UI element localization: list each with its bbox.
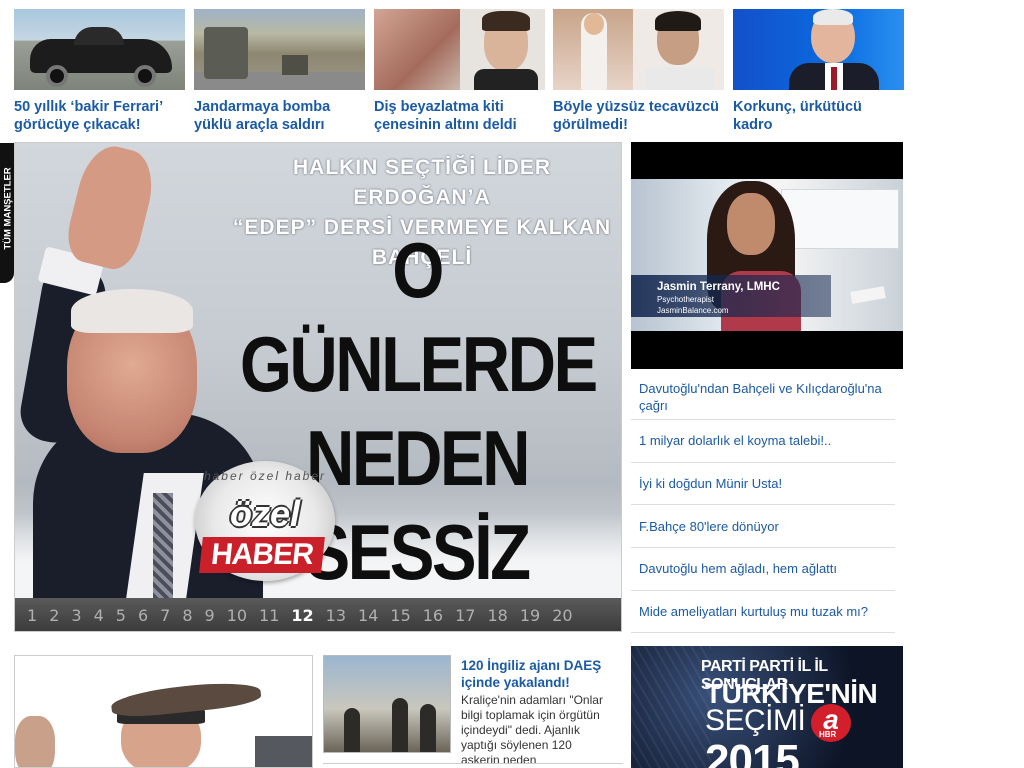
top-news-card-5[interactable]: Korkunç, ürkütücü kadro bbox=[733, 9, 904, 134]
logo-sub: HBR bbox=[819, 730, 837, 739]
video-caption-name: Jasmin Terrany, LMHC bbox=[657, 281, 780, 293]
pager-page-14[interactable]: 14 bbox=[358, 606, 378, 625]
side-headline-list: Davutoğlu'ndan Bahçeli ve Kılıçdaroğlu'n… bbox=[631, 372, 895, 634]
all-headlines-tab[interactable]: TÜM MANŞETLER bbox=[0, 143, 14, 283]
suspect-thumbnail[interactable] bbox=[553, 9, 724, 90]
ozel-haber-badge: haber özel haber özel HABER bbox=[195, 461, 335, 581]
pager-page-4[interactable]: 4 bbox=[94, 606, 104, 625]
mid-story-title[interactable]: 120 İngiliz ajanı DAEŞ içinde yakalandı! bbox=[461, 657, 621, 691]
promo-year: 2015 bbox=[705, 736, 800, 768]
slider-pager: 1 2 3 4 5 6 7 8 9 10 11 12 13 14 15 16 17 18 19 20 bbox=[15, 598, 621, 631]
main-headline-slider[interactable]: HALKIN SEÇTİĞİ LİDER ERDOĞAN’A “EDEP” DE… bbox=[14, 142, 622, 632]
pager-page-16[interactable]: 16 bbox=[423, 606, 443, 625]
side-headline-item[interactable]: Davutoğlu hem ağladı, hem ağlattı bbox=[631, 548, 895, 591]
pager-page-12[interactable]: 12 bbox=[291, 606, 313, 625]
pager-page-20[interactable]: 20 bbox=[552, 606, 572, 625]
ferrari-thumbnail[interactable] bbox=[14, 9, 185, 90]
side-headline-item[interactable]: Mide ameliyatları kurtuluş mu tuzak mı? bbox=[631, 591, 895, 634]
pager-page-1[interactable]: 1 bbox=[27, 606, 37, 625]
top-news-title[interactable]: 50 yıllık ‘bakir Ferrari’ görücüye çıkac… bbox=[14, 98, 185, 134]
mid-story-thumbnail[interactable] bbox=[323, 655, 451, 753]
armored-vehicle-thumbnail[interactable] bbox=[194, 9, 365, 90]
pager-page-19[interactable]: 19 bbox=[520, 606, 540, 625]
top-news-card-1[interactable]: 50 yıllık ‘bakir Ferrari’ görücüye çıkac… bbox=[14, 9, 185, 134]
side-headline-item[interactable]: 1 milyar dolarlık el koyma talebi!.. bbox=[631, 420, 895, 463]
top-news-title[interactable]: Korkunç, ürkütücü kadro bbox=[733, 98, 904, 134]
badge-haber-text: HABER bbox=[199, 537, 325, 573]
pager-page-7[interactable]: 7 bbox=[160, 606, 170, 625]
top-news-card-4[interactable]: Böyle yüzsüz tecavüzcü görülmedi! bbox=[553, 9, 724, 134]
video-player[interactable]: Jasmin Terrany, LMHC Psychotherapist Jas… bbox=[631, 142, 903, 369]
side-headline-item[interactable]: İyi ki doğdun Münir Usta! bbox=[631, 463, 895, 506]
pager-page-15[interactable]: 15 bbox=[390, 606, 410, 625]
pager-page-10[interactable]: 10 bbox=[227, 606, 247, 625]
top-news-card-3[interactable]: Diş beyazlatma kiti çenesinin altını del… bbox=[374, 9, 545, 134]
mid-story: 120 İngiliz ajanı DAEŞ içinde yakalandı!… bbox=[323, 655, 623, 768]
badge-arc-text: haber özel haber bbox=[203, 469, 327, 483]
commentator-thumbnail[interactable] bbox=[733, 9, 904, 90]
pager-page-6[interactable]: 6 bbox=[138, 606, 148, 625]
badge-ozel-text: özel bbox=[229, 493, 300, 534]
side-headline-item[interactable]: F.Bahçe 80'lere dönüyor bbox=[631, 505, 895, 549]
video-frame[interactable]: Jasmin Terrany, LMHC Psychotherapist Jas… bbox=[631, 179, 903, 331]
all-headlines-label: TÜM MANŞETLER bbox=[2, 167, 14, 250]
top-news-card-2[interactable]: Jandarmaya bomba yüklü araçla saldırı bbox=[194, 9, 365, 134]
promo-subtitle: SEÇİMİ bbox=[705, 704, 806, 737]
a-haber-logo: a HBR bbox=[811, 704, 851, 742]
pager-page-5[interactable]: 5 bbox=[116, 606, 126, 625]
video-caption-site: JasminBalance.com bbox=[657, 306, 729, 315]
bottom-story-image[interactable] bbox=[14, 655, 313, 768]
top-news-title[interactable]: Diş beyazlatma kiti çenesinin altını del… bbox=[374, 98, 545, 134]
pager-page-11[interactable]: 11 bbox=[259, 606, 279, 625]
mid-story-summary: Kraliçe'nin adamları "Onlar bilgi toplam… bbox=[461, 693, 603, 767]
election-promo-banner[interactable]: PARTİ PARTİ İL İL SONUÇLAR TÜRKİYE'NİN S… bbox=[631, 646, 903, 768]
pager-page-3[interactable]: 3 bbox=[71, 606, 81, 625]
top-news-strip: 50 yıllık ‘bakir Ferrari’ görücüye çıkac… bbox=[14, 9, 904, 139]
top-news-title[interactable]: Jandarmaya bomba yüklü araçla saldırı bbox=[194, 98, 365, 134]
teeth-kit-thumbnail[interactable] bbox=[374, 9, 545, 90]
top-news-title[interactable]: Böyle yüzsüz tecavüzcü görülmedi! bbox=[553, 98, 724, 134]
side-headline-item[interactable]: Davutoğlu'ndan Bahçeli ve Kılıçdaroğlu'n… bbox=[631, 372, 895, 420]
pager-page-18[interactable]: 18 bbox=[487, 606, 507, 625]
headline-line-1: O GÜNLERDE bbox=[239, 226, 598, 408]
pager-page-8[interactable]: 8 bbox=[182, 606, 192, 625]
pager-page-13[interactable]: 13 bbox=[326, 606, 346, 625]
pager-page-2[interactable]: 2 bbox=[49, 606, 59, 625]
kicker-line-1: HALKIN SEÇTİĞİ LİDER ERDOĞAN’A bbox=[292, 156, 551, 209]
pager-page-17[interactable]: 17 bbox=[455, 606, 475, 625]
video-caption-role: Psychotherapist bbox=[657, 295, 714, 304]
pager-page-9[interactable]: 9 bbox=[205, 606, 215, 625]
